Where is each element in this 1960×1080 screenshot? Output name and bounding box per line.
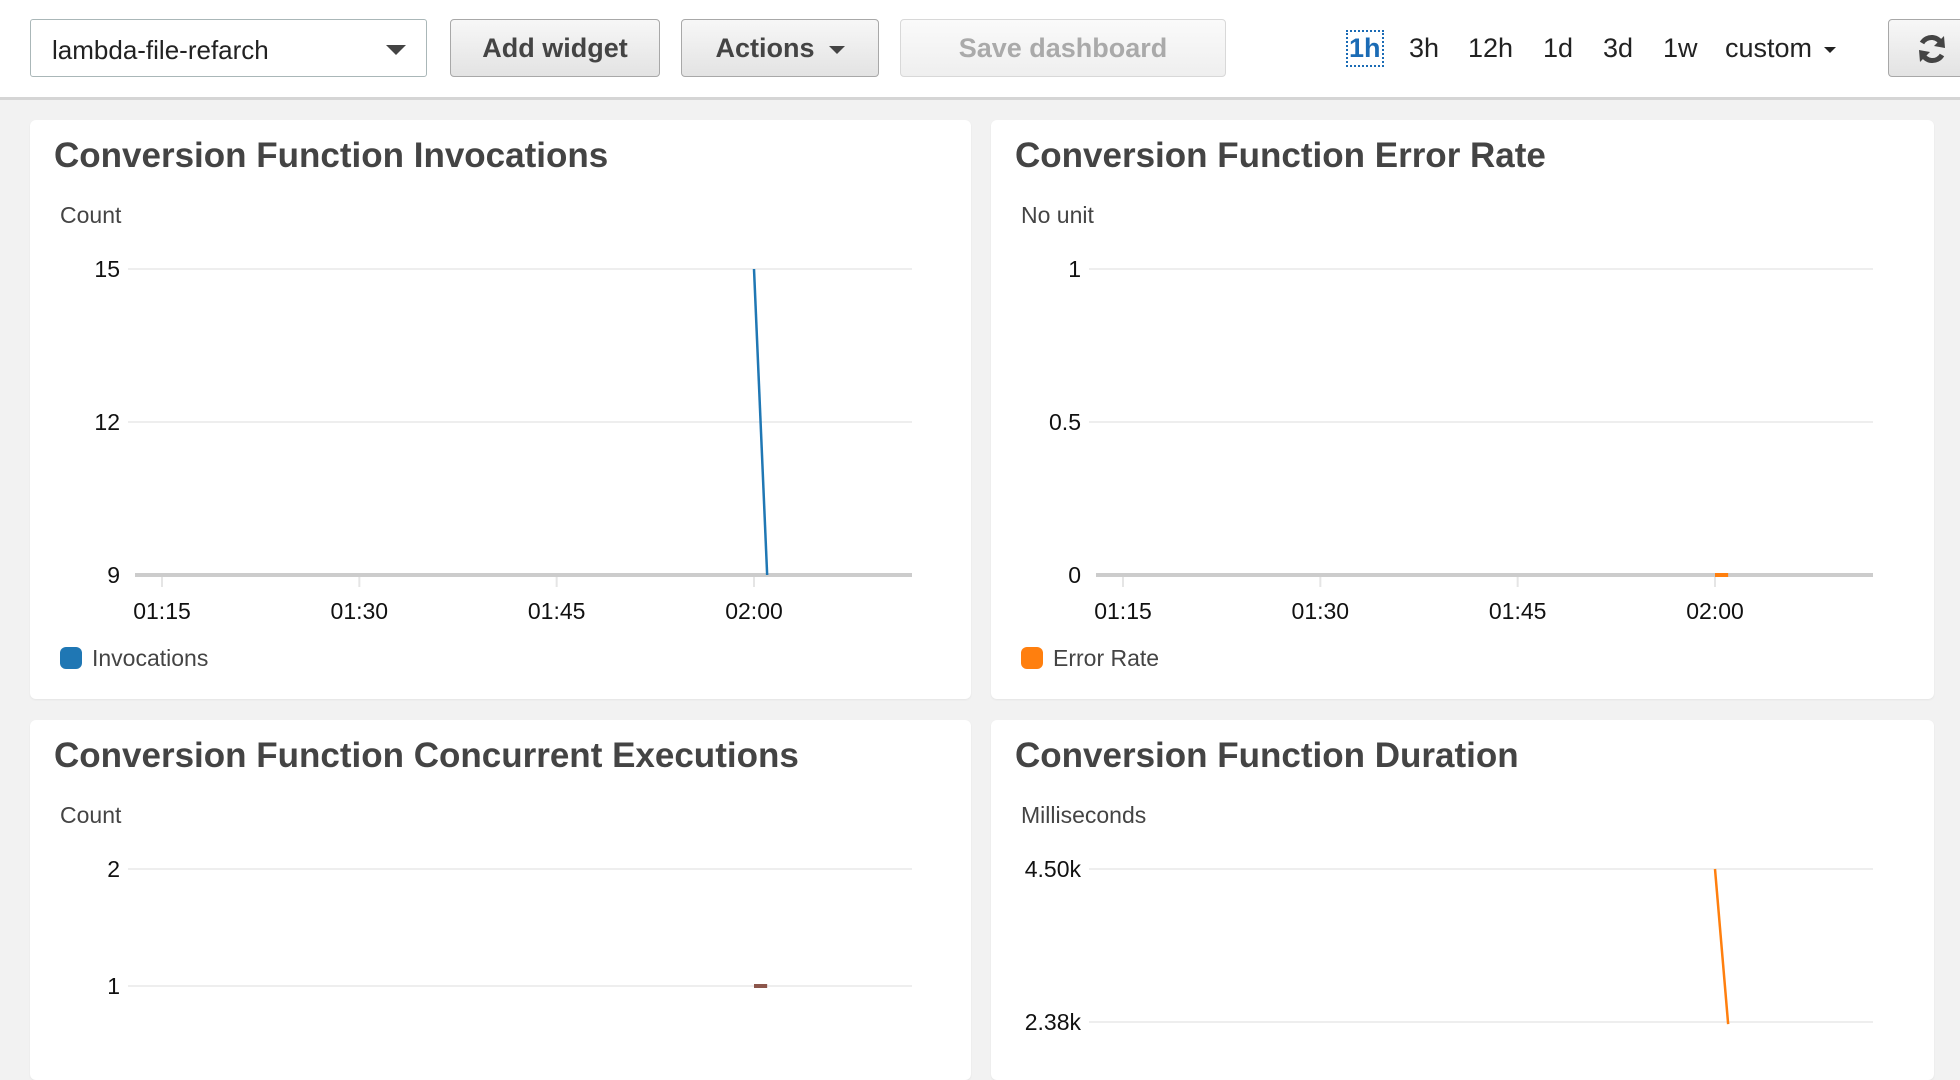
dashboard-toolbar: lambda-file-refarch Add widget Actions S…	[0, 0, 1960, 100]
x-tick-label: 02:00	[725, 598, 783, 624]
time-range-3d[interactable]: 3d	[1603, 33, 1633, 64]
y-tick-label: 0.5	[1049, 409, 1081, 435]
legend-swatch	[60, 647, 82, 669]
dashboard-select-value: lambda-file-refarch	[52, 35, 269, 65]
x-tick-label: 01:15	[133, 598, 191, 624]
chart-duration: 4.50k 2.38k	[1025, 856, 1873, 1035]
legend-item[interactable]: Error Rate	[1021, 645, 1159, 672]
y-tick-label: 12	[94, 409, 120, 435]
x-tick-label: 01:45	[1489, 598, 1547, 624]
legend-label: Invocations	[92, 645, 209, 671]
series-line	[1713, 868, 1730, 1025]
dashboard-select[interactable]: lambda-file-refarch	[30, 19, 427, 77]
chart-error-rate: 1 0.5 0 01:15 01:30 01:45 02:00	[1049, 256, 1873, 624]
actions-button[interactable]: Actions	[681, 19, 879, 77]
legend-item[interactable]: Invocations	[60, 645, 208, 672]
legend-label: Error Rate	[1053, 645, 1160, 671]
x-tick-label: 02:00	[1686, 598, 1744, 624]
widget-invocations: Conversion Function Invocations Count 15…	[30, 120, 971, 699]
caret-down-icon	[828, 45, 845, 54]
widget-concurrent-executions: Conversion Function Concurrent Execution…	[30, 720, 971, 1080]
custom-label: custom	[1725, 33, 1813, 63]
widget-error-rate: Conversion Function Error Rate No unit 1…	[991, 120, 1934, 699]
y-tick-label: 0	[1068, 562, 1081, 588]
y-tick-label: 4.50k	[1025, 856, 1082, 882]
time-range-custom[interactable]: custom	[1725, 33, 1837, 64]
save-dashboard-button[interactable]: Save dashboard	[900, 19, 1226, 77]
caret-down-icon	[386, 45, 406, 55]
y-tick-label: 2.38k	[1025, 1009, 1082, 1035]
time-range-1w[interactable]: 1w	[1663, 33, 1698, 64]
x-tick-label: 01:30	[1292, 598, 1350, 624]
chart-concurrent-executions: 21	[107, 856, 912, 999]
refresh-button[interactable]	[1888, 19, 1960, 77]
add-widget-button[interactable]: Add widget	[450, 19, 660, 77]
caret-down-icon	[1824, 46, 1837, 53]
x-tick-label: 01:45	[528, 598, 586, 624]
legend-swatch	[1021, 647, 1043, 669]
time-range-12h[interactable]: 12h	[1468, 33, 1513, 64]
refresh-icon	[1919, 35, 1945, 64]
time-range-1d[interactable]: 1d	[1543, 33, 1573, 64]
y-tick-label: 15	[94, 256, 120, 282]
x-tick-label: 01:30	[331, 598, 389, 624]
actions-label: Actions	[715, 33, 815, 63]
x-tick-label: 01:15	[1094, 598, 1152, 624]
y-tick-label: 1	[1068, 256, 1081, 282]
y-tick-label: 2	[107, 856, 120, 882]
y-tick-label: 1	[107, 973, 120, 999]
time-range-3h[interactable]: 3h	[1409, 33, 1439, 64]
chart-invocations: 15 12 9 01:15 01:30 01:45 02:00	[94, 256, 912, 624]
y-tick-label: 9	[107, 562, 120, 588]
widget-duration: Conversion Function Duration Millisecond…	[991, 720, 1934, 1080]
time-range-1h[interactable]: 1h	[1346, 30, 1384, 67]
